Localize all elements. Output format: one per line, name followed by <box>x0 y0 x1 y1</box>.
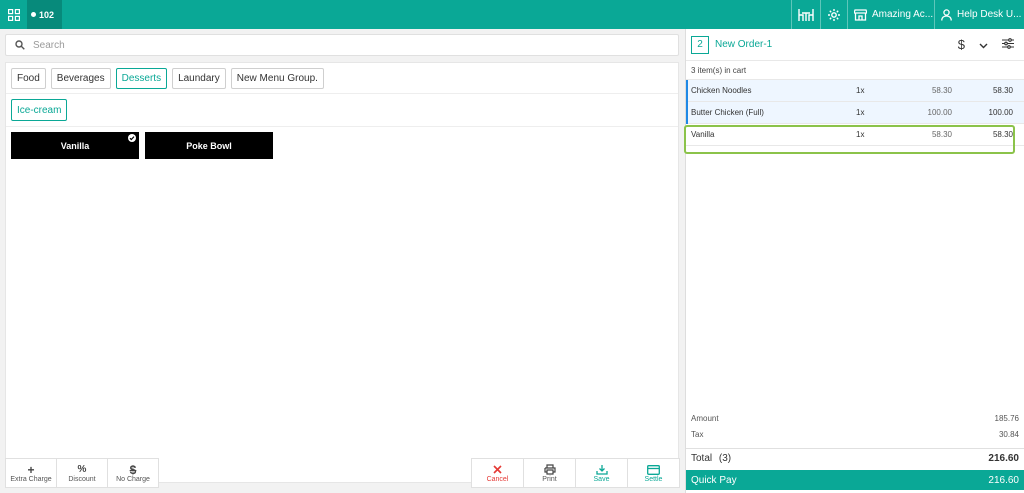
amount-label: Amount <box>691 413 719 423</box>
search-bar <box>5 34 679 56</box>
order-count-badge[interactable]: 2 <box>691 35 709 54</box>
user-menu-button[interactable]: Help Desk U... <box>934 0 1024 29</box>
cart-line-qty: 1x <box>856 108 865 117</box>
menu-items: Vanilla Poke Bowl <box>6 127 678 159</box>
total-row: Total (3) 216.60 <box>686 448 1024 468</box>
no-charge-button[interactable]: $ No Charge <box>107 458 159 488</box>
grid-icon <box>7 8 20 21</box>
cart-line-name: Vanilla <box>691 130 715 139</box>
order-actions-left: + Extra Charge % Discount $ No Charge <box>5 458 159 488</box>
discount-button[interactable]: % Discount <box>56 458 108 488</box>
percent-icon: % <box>77 464 87 475</box>
extra-charge-button[interactable]: + Extra Charge <box>5 458 57 488</box>
order-header: 2 New Order-1 $ <box>686 29 1024 61</box>
cancel-button[interactable]: Cancel <box>471 458 524 488</box>
search-icon <box>15 40 25 50</box>
download-icon <box>595 463 608 476</box>
card-icon <box>647 463 660 476</box>
cart-line-total: 100.00 <box>988 108 1013 117</box>
tax-label: Tax <box>691 429 704 439</box>
amount-value: 185.76 <box>994 413 1019 423</box>
plus-icon: + <box>27 462 35 477</box>
cart-line-name: Chicken Noodles <box>691 86 752 95</box>
top-bar: 102 Amazing Ac... Help Desk U... <box>0 0 1024 29</box>
check-circle-icon <box>128 134 136 142</box>
settle-button[interactable]: Settle <box>627 458 680 488</box>
printer-icon <box>543 463 556 476</box>
cart-line[interactable]: Vanilla 1x 58.30 58.30 <box>686 124 1024 146</box>
menu-area: Food Beverages Desserts Laundary New Men… <box>5 62 679 483</box>
subgroup-tabs: Ice-cream <box>6 94 678 127</box>
close-icon <box>493 463 502 476</box>
menu-item-label: Vanilla <box>60 140 90 151</box>
grid-menu-button[interactable] <box>0 0 27 29</box>
table-view-button[interactable] <box>791 0 820 29</box>
menu-group-new-menu-group[interactable]: New Menu Group. <box>230 67 324 89</box>
quick-pay-button[interactable]: Quick Pay 216.60 <box>686 470 1024 490</box>
order-summary: Amount 185.76 Tax 30.84 <box>686 410 1024 442</box>
cart-line-total: 58.30 <box>992 130 1013 139</box>
user-icon <box>941 8 952 21</box>
menu-item-vanilla[interactable]: Vanilla <box>11 132 139 159</box>
menu-group-laundary[interactable]: Laundary <box>172 67 226 89</box>
currency-icon[interactable]: $ <box>958 37 965 52</box>
order-actions-right: Cancel Print Save Settle <box>471 458 680 488</box>
print-label: Print <box>542 476 557 483</box>
print-button[interactable]: Print <box>523 458 576 488</box>
search-input[interactable] <box>33 39 633 51</box>
menu-panel: Food Beverages Desserts Laundary New Men… <box>0 29 684 493</box>
cancel-label: Cancel <box>486 476 509 483</box>
cart-line-price: 100.00 <box>927 108 952 117</box>
cart-line-qty: 1x <box>856 86 865 95</box>
menu-group-tabs: Food Beverages Desserts Laundary New Men… <box>6 63 678 94</box>
cart-line[interactable]: Chicken Noodles 1x 58.30 58.30 <box>686 80 1024 102</box>
settle-label: Settle <box>644 476 663 483</box>
dining-table-icon <box>798 8 814 21</box>
gear-icon <box>828 8 840 21</box>
tax-row: Tax 30.84 <box>686 426 1024 442</box>
cart-line-qty: 1x <box>856 130 865 139</box>
cart-line-price: 58.30 <box>931 86 952 95</box>
extra-charge-label: Extra Charge <box>10 476 52 483</box>
cart-line-total: 58.30 <box>992 86 1013 95</box>
user-label: Help Desk U... <box>957 9 1022 20</box>
table-number: 102 <box>39 9 55 20</box>
settings-button[interactable] <box>820 0 847 29</box>
order-name[interactable]: New Order-1 <box>715 39 772 50</box>
sliders-icon[interactable] <box>1002 37 1014 52</box>
cart-line-price: 58.30 <box>931 130 952 139</box>
subgroup-ice-cream[interactable]: Ice-cream <box>11 99 68 121</box>
cart-count: 3 item(s) in cart <box>686 61 1024 80</box>
save-button[interactable]: Save <box>575 458 628 488</box>
cart-line[interactable]: Butter Chicken (Full) 1x 100.00 100.00 <box>686 102 1024 124</box>
discount-label: Discount <box>68 476 96 483</box>
tax-value: 30.84 <box>998 429 1019 439</box>
no-dollar-icon: $ <box>129 462 137 477</box>
order-panel: 2 New Order-1 $ 3 item(s) in cart Chicke… <box>684 29 1024 493</box>
total-value: 216.60 <box>988 453 1019 464</box>
table-badge[interactable]: 102 <box>27 0 63 29</box>
menu-group-beverages[interactable]: Beverages <box>50 67 111 89</box>
menu-group-desserts[interactable]: Desserts <box>115 67 168 89</box>
store-icon <box>854 8 867 21</box>
status-dot-icon <box>31 12 36 17</box>
account-button[interactable]: Amazing Ac... <box>847 0 934 29</box>
quick-pay-value: 216.60 <box>988 474 1019 486</box>
menu-item-poke-bowl[interactable]: Poke Bowl <box>145 132 273 159</box>
chevron-down-icon[interactable] <box>979 37 988 52</box>
quick-pay-label: Quick Pay <box>691 474 737 486</box>
save-label: Save <box>593 476 610 483</box>
amount-row: Amount 185.76 <box>686 410 1024 426</box>
cart-line-name: Butter Chicken (Full) <box>691 108 764 117</box>
total-label: Total <box>691 453 713 464</box>
no-charge-label: No Charge <box>116 476 150 483</box>
menu-item-label: Poke Bowl <box>186 140 232 151</box>
menu-group-food[interactable]: Food <box>11 67 46 89</box>
account-label: Amazing Ac... <box>872 9 934 20</box>
total-count: (3) <box>718 453 732 464</box>
